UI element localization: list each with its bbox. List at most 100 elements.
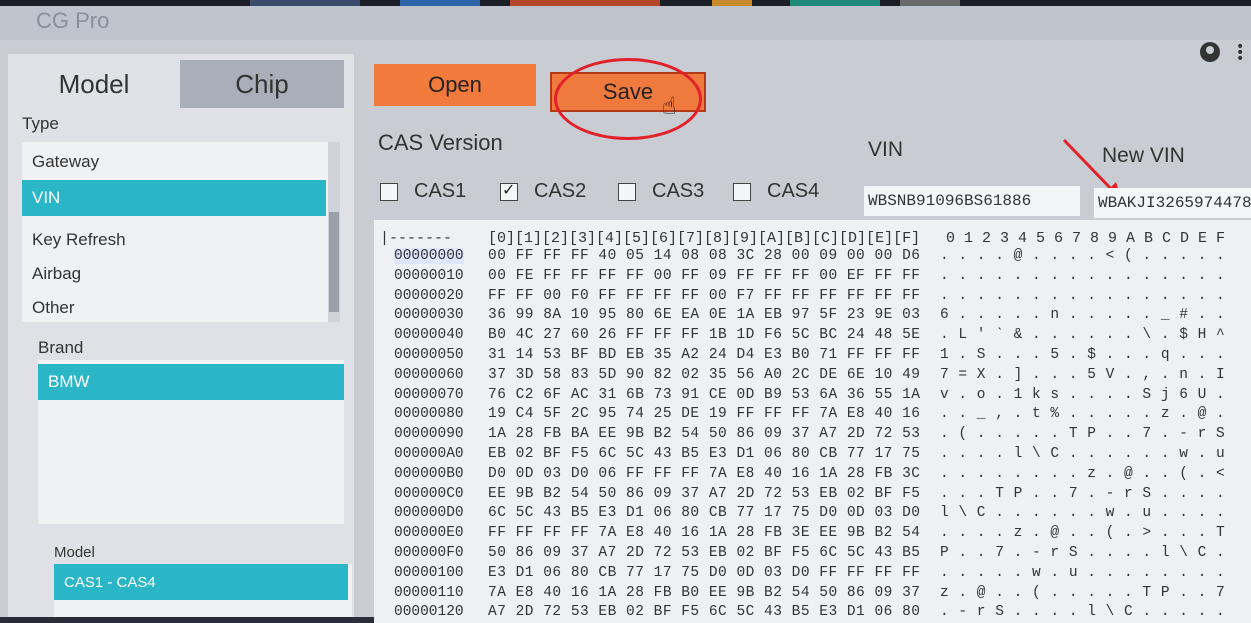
hex-address: 00000030: [394, 307, 464, 324]
highlight-circle: [554, 58, 702, 140]
checkbox-label: CAS2: [534, 180, 587, 202]
hex-bytes[interactable]: 7A E8 40 16 1A 28 FB B0 EE 9B B2 54 50 8…: [488, 585, 920, 601]
tab-label: Chip: [235, 68, 289, 99]
open-button[interactable]: Open: [374, 64, 536, 106]
checkbox-box[interactable]: [380, 182, 398, 201]
vin-field[interactable]: WBSNB91096BS61886: [864, 186, 1080, 216]
list-item-bmw[interactable]: BMW: [38, 364, 344, 400]
hex-bytes[interactable]: 36 99 8A 10 95 80 6E EA 0E 1A EB 97 5F 2…: [488, 307, 920, 323]
hex-ascii: . . . . . w . u . . . . . . . .: [940, 564, 1226, 581]
list-item-vin[interactable]: VIN: [22, 180, 326, 216]
hex-row[interactable]: 000000A0 EB 02 BF F5 6C 5C 43 B5 E3 D1 06…: [374, 446, 1251, 466]
hex-row[interactable]: 00000010 00 FE FF FF FF FF 00 FF 09 FF FF…: [374, 268, 1251, 288]
brand-list: BMW: [38, 360, 344, 524]
hex-bytes[interactable]: B0 4C 27 60 26 FF FF FF 1B 1D F6 5C BC 2…: [488, 327, 920, 343]
open-button-label: Open: [428, 72, 482, 97]
new-vin-field[interactable]: WBAKJI3265974478: [1094, 188, 1251, 218]
hex-address: 00000100: [394, 564, 464, 581]
hex-bytes[interactable]: 76 C2 6F AC 31 6B 73 91 CE 0D B9 53 6A 3…: [488, 387, 920, 403]
cas3-checkbox[interactable]: CAS3: [618, 180, 704, 203]
hex-row[interactable]: 00000030 36 99 8A 10 95 80 6E EA 0E 1A EB…: [374, 307, 1251, 327]
hex-address: 000000E0: [394, 525, 464, 542]
list-item-key-refresh[interactable]: Key Refresh: [22, 222, 326, 258]
hex-row[interactable]: 000000F0 50 86 09 37 A7 2D 72 53 EB 02 BF…: [374, 545, 1251, 565]
hex-row[interactable]: 000000C0 EE 9B B2 54 50 86 09 37 A7 2D 72…: [374, 486, 1251, 506]
hex-bytes[interactable]: 1A 28 FB BA EE 9B B2 54 50 86 09 37 A7 2…: [488, 426, 920, 442]
hex-bytes[interactable]: E3 D1 06 80 CB 77 17 75 D0 0D 03 D0 FF F…: [488, 565, 920, 581]
hex-ascii: . - r S . . . . l \ C . . . . .: [940, 604, 1226, 621]
hex-bytes[interactable]: EE 9B B2 54 50 86 09 37 A7 2D 72 53 EB 0…: [488, 486, 920, 502]
hex-ascii: . L ' ` & . . . . . . \ . $ H ^: [940, 327, 1226, 344]
list-item-label: BMW: [48, 372, 90, 391]
list-item-label: VIN: [32, 188, 61, 207]
hex-bytes[interactable]: 6C 5C 43 B5 E3 D1 06 80 CB 77 17 75 D0 0…: [488, 505, 920, 521]
cas1-checkbox[interactable]: CAS1: [380, 180, 466, 203]
list-item-label: Key Refresh: [32, 230, 126, 249]
hex-bytes[interactable]: 31 14 53 BF BD EB 35 A2 24 D4 E3 B0 71 F…: [488, 347, 920, 363]
hex-row[interactable]: 000000D0 6C 5C 43 B5 E3 D1 06 80 CB 77 17…: [374, 505, 1251, 525]
hex-ascii: 1 . S . . . 5 . $ . . . q . . .: [940, 347, 1226, 363]
hex-row[interactable]: 00000020 FF FF 00 F0 FF FF FF FF 00 F7 FF…: [374, 288, 1251, 308]
hex-ascii: 6 . . . . . n . . . . . _ # . .: [940, 307, 1226, 324]
list-item-other[interactable]: Other: [22, 290, 326, 326]
hex-row[interactable]: 00000110 7A E8 40 16 1A 28 FB B0 EE 9B B2…: [374, 585, 1251, 605]
cas2-checkbox[interactable]: CAS2: [500, 180, 586, 203]
hex-address: 00000070: [394, 386, 464, 403]
checkbox-label: CAS3: [652, 180, 705, 202]
type-list-scrollbar[interactable]: [328, 142, 340, 322]
hex-ascii: . . . . l \ C . . . . . . w . u: [940, 446, 1226, 462]
list-item-airbag[interactable]: Airbag: [22, 256, 326, 292]
hex-row[interactable]: 00000060 37 3D 58 83 5D 90 82 02 35 56 A0…: [374, 367, 1251, 387]
hex-bytes[interactable]: FF FF 00 F0 FF FF FF FF 00 F7 FF FF FF F…: [488, 288, 920, 304]
scrollbar-thumb[interactable]: [329, 212, 339, 312]
tab-chip[interactable]: Chip: [180, 60, 344, 108]
type-section-label: Type: [22, 114, 59, 133]
hex-ascii: P . . 7 . - r S . . . . l \ C .: [940, 545, 1226, 561]
hex-address: 00000000: [394, 248, 464, 264]
checkbox-box[interactable]: [733, 182, 751, 201]
checkbox-label: CAS4: [767, 180, 820, 202]
hex-row[interactable]: 00000040 B0 4C 27 60 26 FF FF FF 1B 1D F6…: [374, 327, 1251, 347]
vin-label: VIN: [868, 138, 904, 161]
user-account-icon[interactable]: [1200, 42, 1220, 62]
checkbox-box[interactable]: [500, 180, 518, 201]
hex-row[interactable]: 000000B0 D0 0D 03 D0 06 FF FF FF 7A E8 40…: [374, 466, 1251, 486]
type-list: Gateway VIN Key Refresh Airbag Other: [22, 142, 340, 322]
hex-row[interactable]: 00000090 1A 28 FB BA EE 9B B2 54 50 86 09…: [374, 426, 1251, 446]
tab-model[interactable]: Model: [8, 60, 180, 108]
hex-address: 00000040: [394, 327, 464, 344]
hex-row[interactable]: 00000000 00 FF FF FF 40 05 14 08 08 3C 28…: [374, 248, 1251, 268]
hex-row[interactable]: 000000E0 FF FF FF FF 7A E8 40 16 1A 28 FB…: [374, 525, 1251, 545]
hex-ascii: . . . . z . @ . . ( . > . . . T: [940, 525, 1226, 542]
hex-bytes[interactable]: 00 FF FF FF 40 05 14 08 08 3C 28 00 09 0…: [488, 248, 920, 264]
hex-bytes[interactable]: FF FF FF FF 7A E8 40 16 1A 28 FB 3E EE 9…: [488, 525, 920, 541]
checkbox-label: CAS1: [414, 180, 467, 202]
checkbox-box[interactable]: [618, 182, 636, 201]
hex-ascii: . . . . . . . . z . @ . . ( . <: [940, 465, 1226, 482]
hex-address: 00000060: [394, 366, 464, 383]
hex-row[interactable]: 00000070 76 C2 6F AC 31 6B 73 91 CE 0D B9…: [374, 387, 1251, 407]
cas4-checkbox[interactable]: CAS4: [733, 180, 819, 203]
list-item-gateway[interactable]: Gateway: [22, 144, 326, 180]
hex-row[interactable]: 00000120 A7 2D 72 53 EB 02 BF F5 6C 5C 43…: [374, 604, 1251, 623]
hex-bytes[interactable]: EB 02 BF F5 6C 5C 43 B5 E3 D1 06 80 CB 7…: [488, 446, 920, 462]
hex-ascii: . . . . . . . . . . . . . . . .: [940, 287, 1226, 304]
list-item-label: Airbag: [32, 264, 82, 283]
hex-row[interactable]: 00000100 E3 D1 06 80 CB 77 17 75 D0 0D 03…: [374, 565, 1251, 585]
hex-address: 000000C0: [394, 485, 464, 502]
hex-bytes[interactable]: A7 2D 72 53 EB 02 BF F5 6C 5C 43 B5 E3 D…: [488, 604, 920, 620]
hex-row[interactable]: 00000080 19 C4 5F 2C 95 74 25 DE 19 FF FF…: [374, 406, 1251, 426]
hex-bytes[interactable]: 00 FE FF FF FF FF 00 FF 09 FF FF FF 00 E…: [488, 268, 920, 284]
hand-cursor-icon: ☝: [662, 92, 677, 120]
hex-editor[interactable]: |------- [0][1][2][3][4][5][6][7][8][9][…: [374, 220, 1251, 623]
list-item-cas1-cas4[interactable]: CAS1 - CAS4: [54, 564, 348, 600]
hex-address: 00000020: [394, 287, 464, 304]
hex-bytes[interactable]: 50 86 09 37 A7 2D 72 53 EB 02 BF F5 6C 5…: [488, 545, 920, 561]
hex-bytes[interactable]: 37 3D 58 83 5D 90 82 02 35 56 A0 2C DE 6…: [488, 367, 920, 383]
hex-row[interactable]: 00000050 31 14 53 BF BD EB 35 A2 24 D4 E3…: [374, 347, 1251, 367]
hex-bytes[interactable]: 19 C4 5F 2C 95 74 25 DE 19 FF FF FF 7A E…: [488, 406, 920, 422]
more-menu-icon[interactable]: • • •: [1236, 40, 1244, 66]
hex-bytes[interactable]: D0 0D 03 D0 06 FF FF FF 7A E8 40 16 1A 2…: [488, 466, 920, 482]
cas-version-label: CAS Version: [378, 130, 503, 155]
hex-address: 00000050: [394, 347, 464, 363]
